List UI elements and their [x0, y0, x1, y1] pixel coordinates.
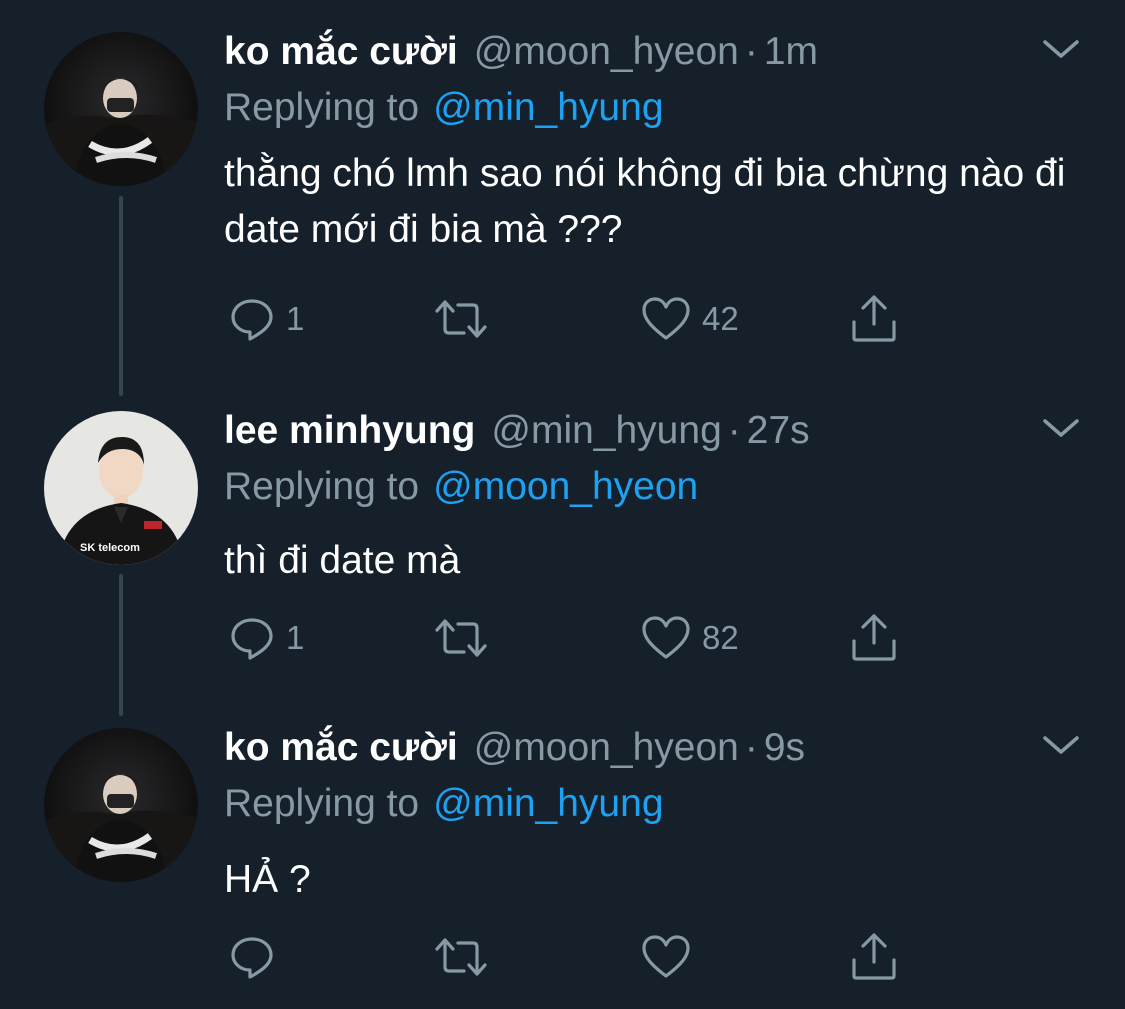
separator-dot: ·	[727, 409, 741, 452]
chevron-down-icon[interactable]	[1040, 413, 1082, 443]
user-avatar-jersey-photo-icon: SK telecom	[44, 411, 198, 565]
retweet-icon	[435, 300, 487, 338]
display-name[interactable]: lee minhyung	[224, 409, 475, 453]
display-name[interactable]: ko mắc cười	[224, 726, 458, 770]
tweet-text: thì đi date mà	[224, 539, 461, 582]
timestamp[interactable]: 1m	[764, 30, 818, 74]
replying-to-link[interactable]: @min_hyung	[433, 782, 663, 826]
like-count: 42	[702, 300, 739, 337]
share-button[interactable]	[850, 613, 898, 663]
reply-button[interactable]	[228, 932, 286, 982]
replying-to: Replying to @moon_hyeon	[224, 459, 698, 515]
chevron-down-icon[interactable]	[1040, 34, 1082, 64]
tweet-header: ko mắc cười @moon_hyeon · 1m	[224, 22, 818, 82]
reply-button[interactable]: 1	[228, 294, 304, 344]
tweet-item[interactable]: ko mắc cười @moon_hyeon · 9s Replying to…	[0, 718, 1125, 1009]
heart-icon	[642, 935, 690, 978]
replying-to: Replying to @min_hyung	[224, 80, 664, 136]
separator-dot: ·	[744, 30, 758, 73]
like-button[interactable]: 42	[640, 294, 739, 344]
tweet-item[interactable]: ko mắc cười @moon_hyeon · 1m Replying to…	[0, 22, 1125, 362]
tweet-text: HẢ ?	[224, 858, 311, 901]
like-count: 82	[702, 619, 739, 656]
avatar[interactable]: SK telecom	[44, 411, 198, 565]
retweet-icon	[435, 619, 487, 657]
reply-bubble-icon	[231, 937, 273, 979]
tweet-header: lee minhyung @min_hyung · 27s	[224, 401, 810, 461]
reply-count: 1	[286, 300, 305, 337]
replying-to-label: Replying to	[224, 465, 420, 508]
like-button[interactable]	[640, 932, 702, 982]
user-avatar-dark-photo-icon	[44, 32, 198, 186]
replying-to-link[interactable]: @min_hyung	[433, 86, 663, 130]
replying-to-label: Replying to	[224, 782, 420, 825]
jersey-logo-text: SK telecom	[80, 542, 140, 554]
user-handle[interactable]: @moon_hyeon	[474, 726, 739, 770]
replying-to-link[interactable]: @moon_hyeon	[433, 465, 698, 509]
reply-button[interactable]: 1	[228, 613, 304, 663]
separator-dot: ·	[744, 726, 758, 769]
share-icon	[852, 933, 896, 980]
retweet-button[interactable]	[432, 932, 500, 982]
share-button[interactable]	[850, 932, 898, 982]
replying-to: Replying to @min_hyung	[224, 776, 664, 832]
reply-bubble-icon	[231, 618, 273, 660]
user-avatar-dark-photo-icon	[44, 728, 198, 882]
heart-icon	[642, 616, 690, 659]
share-icon	[852, 614, 896, 661]
user-handle[interactable]: @moon_hyeon	[474, 30, 739, 74]
tweet-text: thằng chó lmh sao nói không đi bia chừng…	[224, 152, 1066, 251]
retweet-icon	[435, 938, 487, 976]
retweet-button[interactable]	[432, 294, 500, 344]
timestamp[interactable]: 27s	[747, 409, 810, 453]
heart-icon	[642, 297, 690, 340]
share-icon	[852, 295, 896, 342]
tweet-item[interactable]: SK telecom lee minhyung @min_hyung · 27s…	[0, 401, 1125, 701]
user-handle[interactable]: @min_hyung	[491, 409, 721, 453]
avatar[interactable]	[44, 728, 198, 882]
like-button[interactable]: 82	[640, 613, 739, 663]
reply-bubble-icon	[231, 299, 273, 341]
chevron-down-icon[interactable]	[1040, 730, 1082, 760]
timestamp[interactable]: 9s	[764, 726, 805, 770]
share-button[interactable]	[850, 294, 898, 344]
avatar[interactable]	[44, 32, 198, 186]
tweet-header: ko mắc cười @moon_hyeon · 9s	[224, 718, 805, 778]
reply-count: 1	[286, 619, 305, 656]
display-name[interactable]: ko mắc cười	[224, 30, 458, 74]
retweet-button[interactable]	[432, 613, 500, 663]
replying-to-label: Replying to	[224, 86, 420, 129]
